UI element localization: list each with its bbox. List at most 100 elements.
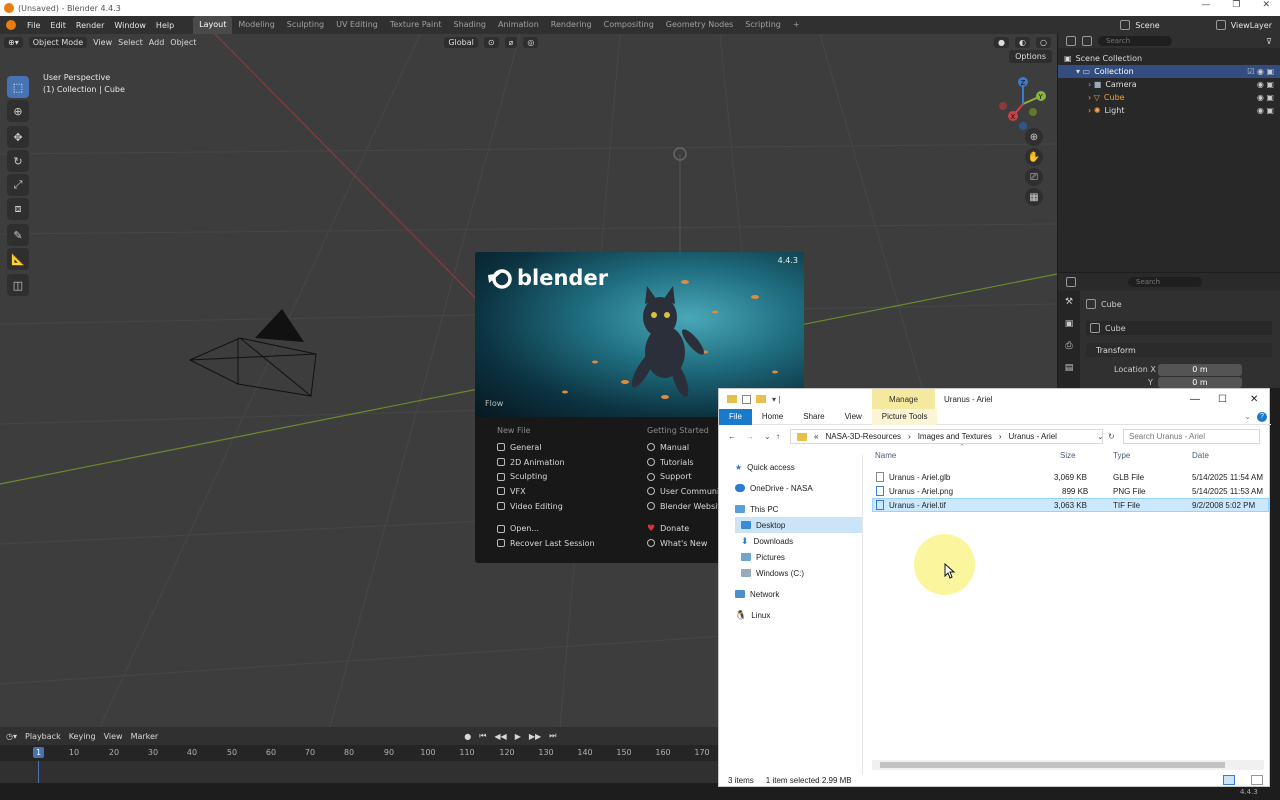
outliner-row-scene-collection[interactable]: ▣ Scene Collection xyxy=(1058,52,1280,65)
horizontal-scrollbar[interactable] xyxy=(872,760,1264,770)
nav-pictures[interactable]: Pictures xyxy=(741,549,863,565)
visibility-toggles[interactable]: ☑ ◉ ▣ xyxy=(1247,67,1274,76)
outliner-row-camera[interactable]: › ■ Camera ◉ ▣ xyxy=(1058,78,1280,91)
column-date[interactable]: Date xyxy=(1192,451,1209,460)
location-y-field[interactable]: 0 m xyxy=(1158,377,1242,388)
tab-uv-editing[interactable]: UV Editing xyxy=(330,16,384,34)
view-layer-tab-icon[interactable]: ▤ xyxy=(1058,357,1080,379)
file-row-glb[interactable]: Uranus - Ariel.glb 3,069 KB GLB File 5/1… xyxy=(872,470,1269,484)
new-folder-icon[interactable] xyxy=(756,395,766,403)
details-view-icon[interactable] xyxy=(1223,775,1235,785)
address-dropdown-icon[interactable]: ⌄ xyxy=(1097,432,1104,441)
pivot-icon[interactable]: ⊙ xyxy=(483,36,499,48)
new-file-2d-animation[interactable]: 2D Animation xyxy=(497,455,627,470)
nav-this-pc[interactable]: This PC xyxy=(735,501,863,517)
large-icons-view-icon[interactable] xyxy=(1251,775,1263,785)
nav-onedrive[interactable]: OneDrive - NASA xyxy=(735,480,863,496)
refresh-icon[interactable]: ↻ xyxy=(1108,432,1115,441)
visibility-toggles[interactable]: ◉ ▣ xyxy=(1257,106,1274,115)
cursor-icon[interactable]: ⊕ xyxy=(7,100,29,122)
recover-session-item[interactable]: Recover Last Session xyxy=(497,536,627,551)
nav-downloads[interactable]: ⬇ Downloads xyxy=(741,533,863,549)
quick-access-dropdown-icon[interactable]: ▾ | xyxy=(772,395,780,404)
object-mode-dropdown[interactable]: Object Mode xyxy=(28,36,88,48)
jump-end-icon[interactable]: ⏭ xyxy=(549,731,556,741)
outliner-editor-icon[interactable] xyxy=(1066,36,1076,46)
breadcrumb-overflow[interactable]: « xyxy=(814,432,818,441)
menu-help[interactable]: Help xyxy=(151,21,179,30)
new-file-video-editing[interactable]: Video Editing xyxy=(497,499,627,514)
ribbon-expand-icon[interactable]: ⌄ xyxy=(1244,412,1251,421)
filter-icon[interactable]: ⊽ xyxy=(1266,37,1272,46)
editor-type-button[interactable]: ⊕▾ xyxy=(4,36,23,48)
menu-window[interactable]: Window xyxy=(109,21,151,30)
menu-render[interactable]: Render xyxy=(71,21,109,30)
recent-locations-icon[interactable]: ⌄ xyxy=(764,432,771,441)
shading-solid-icon[interactable]: ● xyxy=(994,36,1010,48)
menu-object[interactable]: Object xyxy=(170,38,196,47)
explorer-maximize-button[interactable]: ☐ xyxy=(1218,394,1227,405)
data-name-field[interactable]: Cube xyxy=(1086,321,1272,335)
menu-add[interactable]: Add xyxy=(149,38,165,47)
move-icon[interactable]: ✥ xyxy=(7,126,29,148)
pan-hand-icon[interactable]: ✋ xyxy=(1025,148,1043,166)
current-frame-indicator[interactable]: 1 xyxy=(33,747,44,758)
outliner-row-light[interactable]: › ✺ Light ◉ ▣ xyxy=(1058,104,1280,117)
file-row-png[interactable]: Uranus - Ariel.png 899 KB PNG File 5/14/… xyxy=(872,484,1269,498)
ribbon-tab-home[interactable]: Home xyxy=(752,409,793,425)
transform-section-header[interactable]: Transform xyxy=(1086,343,1272,357)
up-arrow-icon[interactable]: ↑ xyxy=(776,432,780,441)
rotate-icon[interactable]: ↻ xyxy=(7,150,29,172)
zoom-icon[interactable]: ⊕ xyxy=(1025,128,1043,146)
properties-search-input[interactable]: Search xyxy=(1128,277,1202,287)
tab-shading[interactable]: Shading xyxy=(447,16,492,34)
marker-menu[interactable]: Marker xyxy=(131,732,159,741)
options-button[interactable]: Options xyxy=(1009,50,1052,63)
new-file-vfx[interactable]: VFX xyxy=(497,484,627,499)
back-arrow-icon[interactable]: ← xyxy=(728,432,736,441)
camera-view-icon[interactable]: ⎚ xyxy=(1025,168,1043,186)
tab-compositing[interactable]: Compositing xyxy=(598,16,660,34)
properties-editor-icon[interactable] xyxy=(1066,277,1076,287)
nav-linux[interactable]: 🐧 Linux xyxy=(735,607,863,623)
breadcrumb-item[interactable]: NASA-3D-Resources xyxy=(825,432,901,441)
timeline-view-menu[interactable]: View xyxy=(104,732,123,741)
transform-icon[interactable]: ⧈ xyxy=(7,198,29,220)
measure-icon[interactable]: 📐 xyxy=(7,248,29,270)
scrollbar-thumb[interactable] xyxy=(880,762,1225,768)
close-button[interactable]: ✕ xyxy=(1262,0,1270,10)
tab-geometry-nodes[interactable]: Geometry Nodes xyxy=(660,16,739,34)
explorer-search-input[interactable]: Search Uranus - Ariel xyxy=(1123,429,1260,444)
add-workspace-button[interactable]: + xyxy=(787,16,806,34)
file-row-tif[interactable]: Uranus - Ariel.tif 3,063 KB TIF File 9/2… xyxy=(872,498,1269,512)
restore-button[interactable]: ❐ xyxy=(1232,0,1240,10)
shading-rendered-icon[interactable]: ○ xyxy=(1036,36,1051,48)
tab-rendering[interactable]: Rendering xyxy=(545,16,598,34)
snap-icon[interactable]: ⌀ xyxy=(504,36,518,48)
column-type[interactable]: Type xyxy=(1113,451,1130,460)
new-file-general[interactable]: General xyxy=(497,440,627,455)
jump-start-icon[interactable]: ⏮ xyxy=(479,731,486,741)
viewlayer-selector[interactable]: ViewLayer xyxy=(1208,20,1280,30)
nav-quick-access[interactable]: ★ Quick access xyxy=(735,459,863,475)
blender-menu-icon[interactable] xyxy=(6,20,16,30)
timeline-ruler[interactable]: 1 10 20 30 40 50 60 70 80 90 100 110 120… xyxy=(0,745,718,761)
prev-key-icon[interactable]: ◀◀ xyxy=(494,732,506,741)
new-file-sculpting[interactable]: Sculpting xyxy=(497,469,627,484)
address-bar[interactable]: « NASA-3D-Resources › Images and Texture… xyxy=(790,429,1103,444)
help-icon[interactable]: ? xyxy=(1257,411,1267,422)
navigation-gizmo[interactable]: Y Z X xyxy=(995,76,1051,132)
annotate-icon[interactable]: ✎ xyxy=(7,224,29,246)
menu-select[interactable]: Select xyxy=(118,38,143,47)
transform-orientation-dropdown[interactable]: Global xyxy=(444,36,478,48)
nav-windows-drive[interactable]: Windows (C:) xyxy=(741,565,863,581)
visibility-toggles[interactable]: ◉ ▣ xyxy=(1257,80,1274,89)
play-icon[interactable]: ▶ xyxy=(515,732,521,741)
scene-selector[interactable]: Scene xyxy=(1112,20,1167,30)
menu-view[interactable]: View xyxy=(93,38,112,47)
grid-view-icon[interactable]: ▦ xyxy=(1025,188,1043,206)
breadcrumb-item[interactable]: Images and Textures xyxy=(918,432,992,441)
add-cube-icon[interactable]: ◫ xyxy=(7,274,29,296)
proportional-edit-icon[interactable]: ◎ xyxy=(523,36,539,48)
select-box-icon[interactable]: ⬚ xyxy=(7,76,29,98)
